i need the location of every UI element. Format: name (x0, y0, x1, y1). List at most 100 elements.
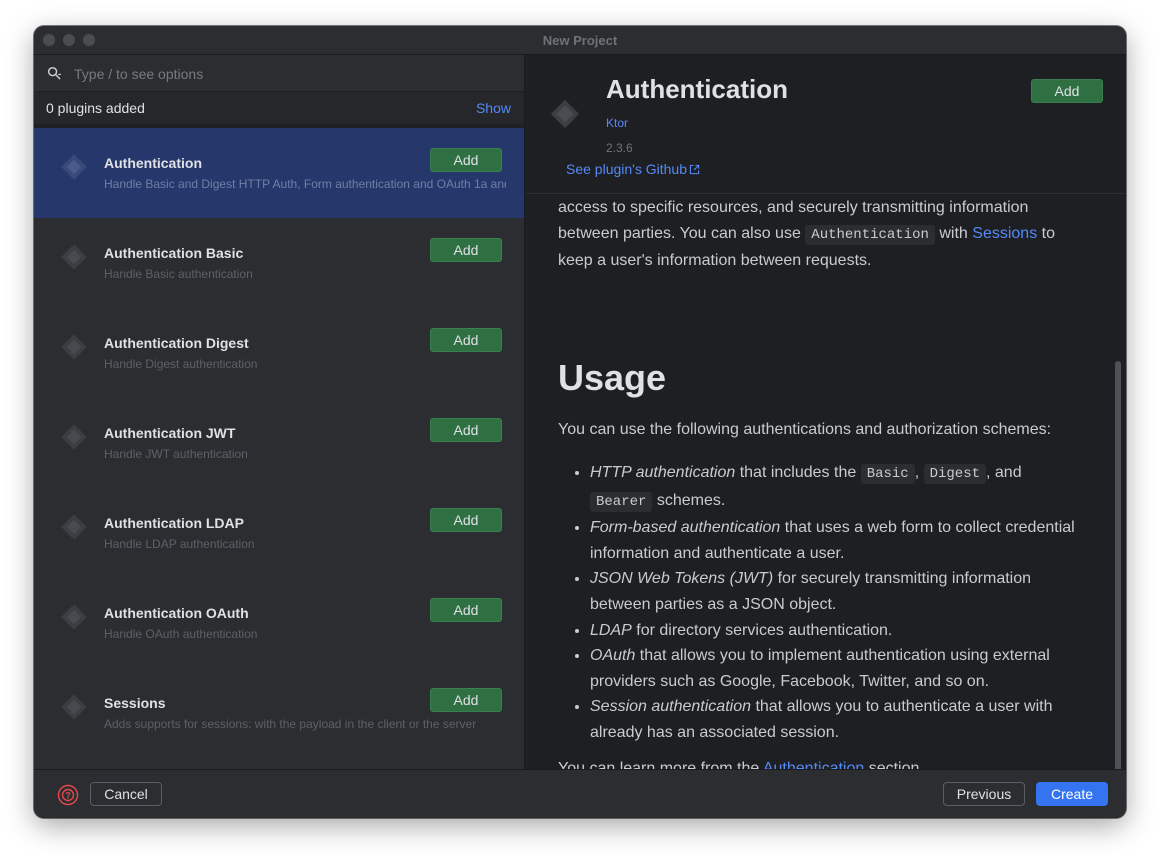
code-basic: Basic (860, 464, 915, 484)
github-link-label: See plugin's Github (566, 161, 687, 177)
add-plugin-button[interactable]: Add (430, 598, 502, 622)
search-input[interactable] (72, 63, 492, 85)
github-link[interactable]: See plugin's Github (566, 161, 700, 177)
list-item: Session authentication that allows you t… (590, 694, 1088, 745)
learn-more-line: You can learn more from the Authenticati… (558, 760, 924, 769)
doc-text: schemes. (652, 491, 726, 509)
doc-text: between parties. You can also use (558, 224, 806, 242)
ktor-plugin-icon (61, 604, 87, 630)
scheme-name: Session authentication (590, 698, 751, 716)
plugin-item-authentication-basic[interactable]: Authentication Basic Handle Basic authen… (34, 218, 524, 308)
search-icon (47, 66, 62, 80)
add-plugin-button[interactable]: Add (430, 418, 502, 442)
add-plugin-button[interactable]: Add (430, 508, 502, 532)
code-digest: Digest (923, 464, 987, 484)
doc-text: section. (864, 760, 924, 769)
doc-text: to (1037, 224, 1055, 242)
list-item: HTTP authentication that includes the Ba… (590, 460, 1088, 515)
add-plugin-button[interactable]: Add (1031, 79, 1103, 103)
svg-text:?: ? (65, 791, 71, 801)
plugins-added-count: 0 plugins added (46, 100, 145, 116)
ktor-plugin-icon (550, 99, 580, 129)
plugin-item-authentication[interactable]: Authentication Handle Basic and Digest H… (34, 128, 524, 218)
ktor-plugin-icon (61, 334, 87, 360)
previous-button[interactable]: Previous (943, 782, 1025, 806)
scheme-name: HTTP authentication (590, 464, 736, 481)
ktor-plugin-icon (61, 244, 87, 270)
plugin-item-authentication-ldap[interactable]: Authentication LDAP Handle LDAP authenti… (34, 488, 524, 578)
plugin-item-authentication-digest[interactable]: Authentication Digest Handle Digest auth… (34, 308, 524, 398)
plugin-description: Adds supports for sessions: with the pay… (104, 717, 477, 731)
plugin-description: Handle Basic and Digest HTTP Auth, Form … (104, 177, 506, 191)
help-icon[interactable]: ? (57, 784, 79, 806)
auth-schemes-list: HTTP authentication that includes the Ba… (558, 460, 1088, 746)
plugin-documentation: access to specific resources, and secure… (558, 195, 1088, 274)
plugin-detail-pane: Authentication Ktor 2.3.6 See plugin's G… (526, 55, 1126, 769)
ktor-plugin-icon (61, 424, 87, 450)
plugins-pane: 0 plugins added Show Authentication Hand… (34, 55, 525, 769)
add-plugin-button[interactable]: Add (430, 328, 502, 352)
window-title: New Project (542, 33, 618, 48)
code-bearer: Bearer (590, 491, 653, 512)
title-bar: New Project (34, 26, 1126, 55)
code-authentication: Authentication (805, 224, 935, 245)
usage-intro: You can use the following authentication… (558, 421, 1052, 438)
list-item: OAuth that allows you to implement authe… (590, 643, 1088, 694)
scheme-name: OAuth (590, 647, 636, 665)
create-button[interactable]: Create (1036, 782, 1108, 806)
plugin-name: Authentication JWT (104, 425, 236, 441)
doc-text: You can learn more from the (558, 760, 763, 769)
add-plugin-button[interactable]: Add (430, 688, 502, 712)
show-added-link[interactable]: Show (476, 100, 511, 116)
scheme-name: Form-based authentication (590, 519, 781, 537)
plugin-version: 2.3.6 (606, 141, 633, 155)
add-plugin-button[interactable]: Add (430, 238, 502, 262)
plugin-item-authentication-jwt[interactable]: Authentication JWT Handle JWT authentica… (34, 398, 524, 488)
plugin-description: Handle Digest authentication (104, 357, 258, 371)
new-project-window: New Project 0 plugins added Show Authent… (34, 26, 1126, 818)
plugin-name: Authentication Digest (104, 335, 249, 351)
plugin-description: Handle Basic authentication (104, 267, 253, 281)
list-item: LDAP for directory services authenticati… (590, 618, 1088, 644)
usage-heading: Usage (558, 357, 667, 398)
plugin-name: Authentication (104, 155, 202, 171)
plugin-list: Authentication Handle Basic and Digest H… (34, 124, 524, 769)
doc-paragraph: access to specific resources, and secure… (558, 195, 1088, 274)
plugin-vendor-link[interactable]: Ktor (606, 116, 628, 130)
sessions-link[interactable]: Sessions (972, 225, 1037, 242)
plugin-item-sessions[interactable]: Sessions Adds supports for sessions: wit… (34, 668, 524, 758)
authentication-section-link[interactable]: Authentication (763, 760, 864, 769)
ktor-plugin-icon (61, 154, 87, 180)
doc-text: access to specific resources, and secure… (558, 199, 1029, 216)
doc-text: with (934, 224, 973, 242)
plugin-description: Handle OAuth authentication (104, 627, 258, 641)
doc-scrollbar-thumb[interactable] (1115, 361, 1121, 769)
scheme-name: LDAP (590, 621, 632, 639)
plugin-detail-title: Authentication (606, 74, 788, 104)
add-plugin-button[interactable]: Add (430, 148, 502, 172)
plugin-name: Sessions (104, 695, 166, 711)
plugin-name: Authentication Basic (104, 245, 244, 261)
plugin-detail-header: Authentication Ktor 2.3.6 See plugin's G… (526, 55, 1126, 194)
list-item: JSON Web Tokens (JWT) for securely trans… (590, 566, 1088, 617)
plugin-name: Authentication LDAP (104, 515, 244, 531)
list-item: Form-based authentication that uses a we… (590, 515, 1088, 566)
ktor-plugin-icon (61, 694, 87, 720)
plugin-description: Handle JWT authentication (104, 447, 248, 461)
doc-text: that allows you to implement authenticat… (590, 647, 1050, 690)
plugin-name: Authentication OAuth (104, 605, 249, 621)
cancel-button[interactable]: Cancel (90, 782, 162, 806)
doc-text: for directory services authentication. (631, 621, 893, 639)
doc-text: keep a user's information between reques… (558, 252, 872, 269)
scheme-name: JSON Web Tokens (JWT) (590, 570, 774, 588)
plugin-item-authentication-oauth[interactable]: Authentication OAuth Handle OAuth authen… (34, 578, 524, 668)
search-bar (34, 55, 524, 92)
plugins-added-bar: 0 plugins added Show (34, 92, 524, 124)
external-link-icon (689, 164, 700, 175)
doc-text: , and (986, 464, 1022, 481)
doc-text: , (914, 464, 924, 481)
ktor-plugin-icon (61, 514, 87, 540)
plugin-description: Handle LDAP authentication (104, 537, 255, 551)
dialog-footer: ? Cancel Previous Create (34, 769, 1126, 818)
doc-text: that includes the (735, 464, 861, 481)
